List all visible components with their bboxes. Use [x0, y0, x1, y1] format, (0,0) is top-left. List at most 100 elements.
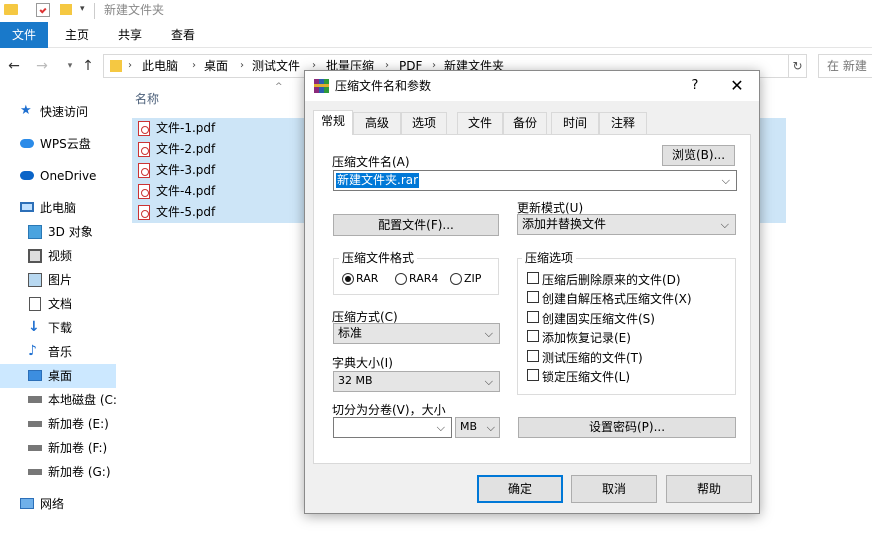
folder-icon — [4, 4, 18, 15]
file-row[interactable]: 文件-4.pdf — [132, 181, 306, 202]
ribbon-tab-share[interactable]: 共享 — [108, 22, 152, 48]
option-solid-label[interactable]: 创建固实压缩文件(S) — [542, 310, 655, 327]
chevron-down-icon: ⌵ — [721, 174, 730, 187]
crumb-this-pc[interactable]: 此电脑 — [142, 55, 178, 77]
format-zip-label[interactable]: ZIP — [464, 272, 481, 285]
tab-files[interactable]: 文件 — [457, 112, 503, 134]
nav-onedrive[interactable]: OneDrive — [0, 164, 116, 188]
update-mode-select[interactable]: 添加并替换文件 ⌵ — [517, 214, 736, 235]
file-row[interactable]: 文件-5.pdf — [132, 202, 306, 223]
nav-desktop[interactable]: 桌面 — [0, 364, 116, 388]
nav-downloads[interactable]: ↓ 下载 — [0, 316, 116, 340]
forward-arrow-icon[interactable]: → — [32, 57, 52, 75]
nav-drive-e[interactable]: 新加卷 (E:) — [0, 412, 116, 436]
tab-options[interactable]: 选项 — [401, 112, 447, 134]
format-rar4-label[interactable]: RAR4 — [409, 272, 438, 285]
recent-dropdown-icon[interactable]: ▾ — [60, 57, 80, 75]
winrar-icon — [314, 79, 330, 93]
chevron-down-icon: ⌵ — [484, 327, 493, 340]
format-rar4-radio[interactable] — [395, 273, 407, 285]
compression-method-select[interactable]: 标准 ⌵ — [333, 323, 500, 344]
pdf-icon — [138, 205, 150, 220]
dialog-title-bar: 压缩文件名和参数 ? ✕ — [305, 71, 759, 101]
split-unit-select[interactable]: MB ⌵ — [455, 417, 500, 438]
file-row[interactable]: 文件-1.pdf — [132, 118, 306, 139]
crumb-test-files[interactable]: 测试文件 — [252, 55, 300, 77]
tab-general[interactable]: 常规 — [313, 110, 353, 135]
cube-icon — [28, 225, 42, 239]
file-row[interactable]: 文件-2.pdf — [132, 139, 306, 160]
back-arrow-icon[interactable]: ← — [4, 57, 24, 75]
archive-name-combo[interactable]: 新建文件夹.rar ⌵ — [333, 170, 737, 191]
network-icon — [20, 498, 34, 509]
option-lock-label[interactable]: 锁定压缩文件(L) — [542, 368, 630, 385]
nav-music[interactable]: ♪ 音乐 — [0, 340, 116, 364]
option-lock-checkbox[interactable] — [527, 369, 539, 381]
chevron-down-icon: ⌵ — [484, 375, 493, 388]
new-folder-icon[interactable] — [60, 4, 72, 15]
format-rar-label[interactable]: RAR — [356, 272, 378, 285]
nav-drive-f[interactable]: 新加卷 (F:) — [0, 436, 116, 460]
format-zip-radio[interactable] — [450, 273, 462, 285]
option-recovery-checkbox[interactable] — [527, 330, 539, 342]
close-icon[interactable]: ✕ — [725, 71, 749, 101]
option-test-label[interactable]: 测试压缩的文件(T) — [542, 349, 643, 366]
help-icon[interactable]: ? — [685, 71, 705, 101]
ok-button[interactable]: 确定 — [477, 475, 563, 503]
chevron-right-icon: › — [240, 60, 244, 71]
up-arrow-icon[interactable]: ↑ — [78, 57, 98, 75]
cancel-button[interactable]: 取消 — [571, 475, 657, 503]
tab-comment[interactable]: 注释 — [599, 112, 647, 134]
nav-documents[interactable]: 文档 — [0, 292, 116, 316]
tab-backup[interactable]: 备份 — [503, 112, 547, 134]
option-sfx-label[interactable]: 创建自解压格式压缩文件(X) — [542, 290, 692, 307]
option-recovery-label[interactable]: 添加恢复记录(E) — [542, 329, 631, 346]
pdf-icon — [138, 121, 150, 136]
dictionary-size-select[interactable]: 32 MB ⌵ — [333, 371, 500, 392]
profiles-button[interactable]: 配置文件(F)... — [333, 214, 499, 236]
nav-network[interactable]: 网络 — [0, 492, 116, 516]
drive-icon — [28, 469, 42, 475]
option-delete-after-checkbox[interactable] — [527, 272, 539, 284]
option-delete-after-label[interactable]: 压缩后删除原来的文件(D) — [542, 271, 681, 288]
set-password-button[interactable]: 设置密码(P)... — [518, 417, 736, 438]
split-volumes-label: 切分为分卷(V)，大小 — [332, 403, 446, 417]
tab-time[interactable]: 时间 — [551, 112, 599, 134]
qat-dropdown-icon[interactable]: ▾ — [80, 4, 85, 14]
option-solid-checkbox[interactable] — [527, 311, 539, 323]
sort-up-icon: ^ — [275, 82, 283, 92]
pdf-icon — [138, 142, 150, 157]
ribbon: 文件 主页 共享 查看 — [0, 22, 872, 48]
archive-name-value: 新建文件夹.rar — [336, 173, 420, 188]
option-test-checkbox[interactable] — [527, 350, 539, 362]
nav-videos[interactable]: 视频 — [0, 244, 116, 268]
properties-icon[interactable] — [36, 3, 50, 17]
nav-quick-access[interactable]: ★ 快速访问 — [0, 100, 116, 124]
file-row[interactable]: 文件-3.pdf — [132, 160, 306, 181]
video-icon — [28, 249, 42, 263]
desktop-icon — [28, 370, 42, 381]
format-rar-radio[interactable] — [342, 273, 354, 285]
option-sfx-checkbox[interactable] — [527, 291, 539, 303]
dictionary-size-value: 32 MB — [338, 374, 373, 387]
nav-wps-cloud[interactable]: WPS云盘 — [0, 132, 116, 156]
nav-this-pc[interactable]: 此电脑 — [0, 196, 116, 220]
refresh-icon[interactable]: ↻ — [789, 54, 807, 78]
nav-3d-objects[interactable]: 3D 对象 — [0, 220, 116, 244]
nav-pictures[interactable]: 图片 — [0, 268, 116, 292]
nav-drive-g[interactable]: 新加卷 (G:) — [0, 460, 116, 484]
crumb-desktop[interactable]: 桌面 — [204, 55, 228, 77]
ribbon-tab-view[interactable]: 查看 — [161, 22, 205, 48]
search-input[interactable]: 在 新建 — [818, 54, 872, 78]
chevron-down-icon: ⌵ — [486, 421, 495, 434]
ribbon-tab-home[interactable]: 主页 — [55, 22, 99, 48]
help-button[interactable]: 帮助 — [666, 475, 752, 503]
chevron-right-icon: › — [128, 60, 132, 71]
tab-advanced[interactable]: 高级 — [353, 112, 401, 134]
ribbon-tab-file[interactable]: 文件 — [0, 22, 48, 48]
split-size-combo[interactable]: ⌵ — [333, 417, 452, 438]
nav-drive-c[interactable]: 本地磁盘 (C: — [0, 388, 116, 412]
pdf-icon — [138, 163, 150, 178]
split-unit-value: MB — [460, 420, 478, 433]
browse-button[interactable]: 浏览(B)... — [662, 145, 735, 166]
